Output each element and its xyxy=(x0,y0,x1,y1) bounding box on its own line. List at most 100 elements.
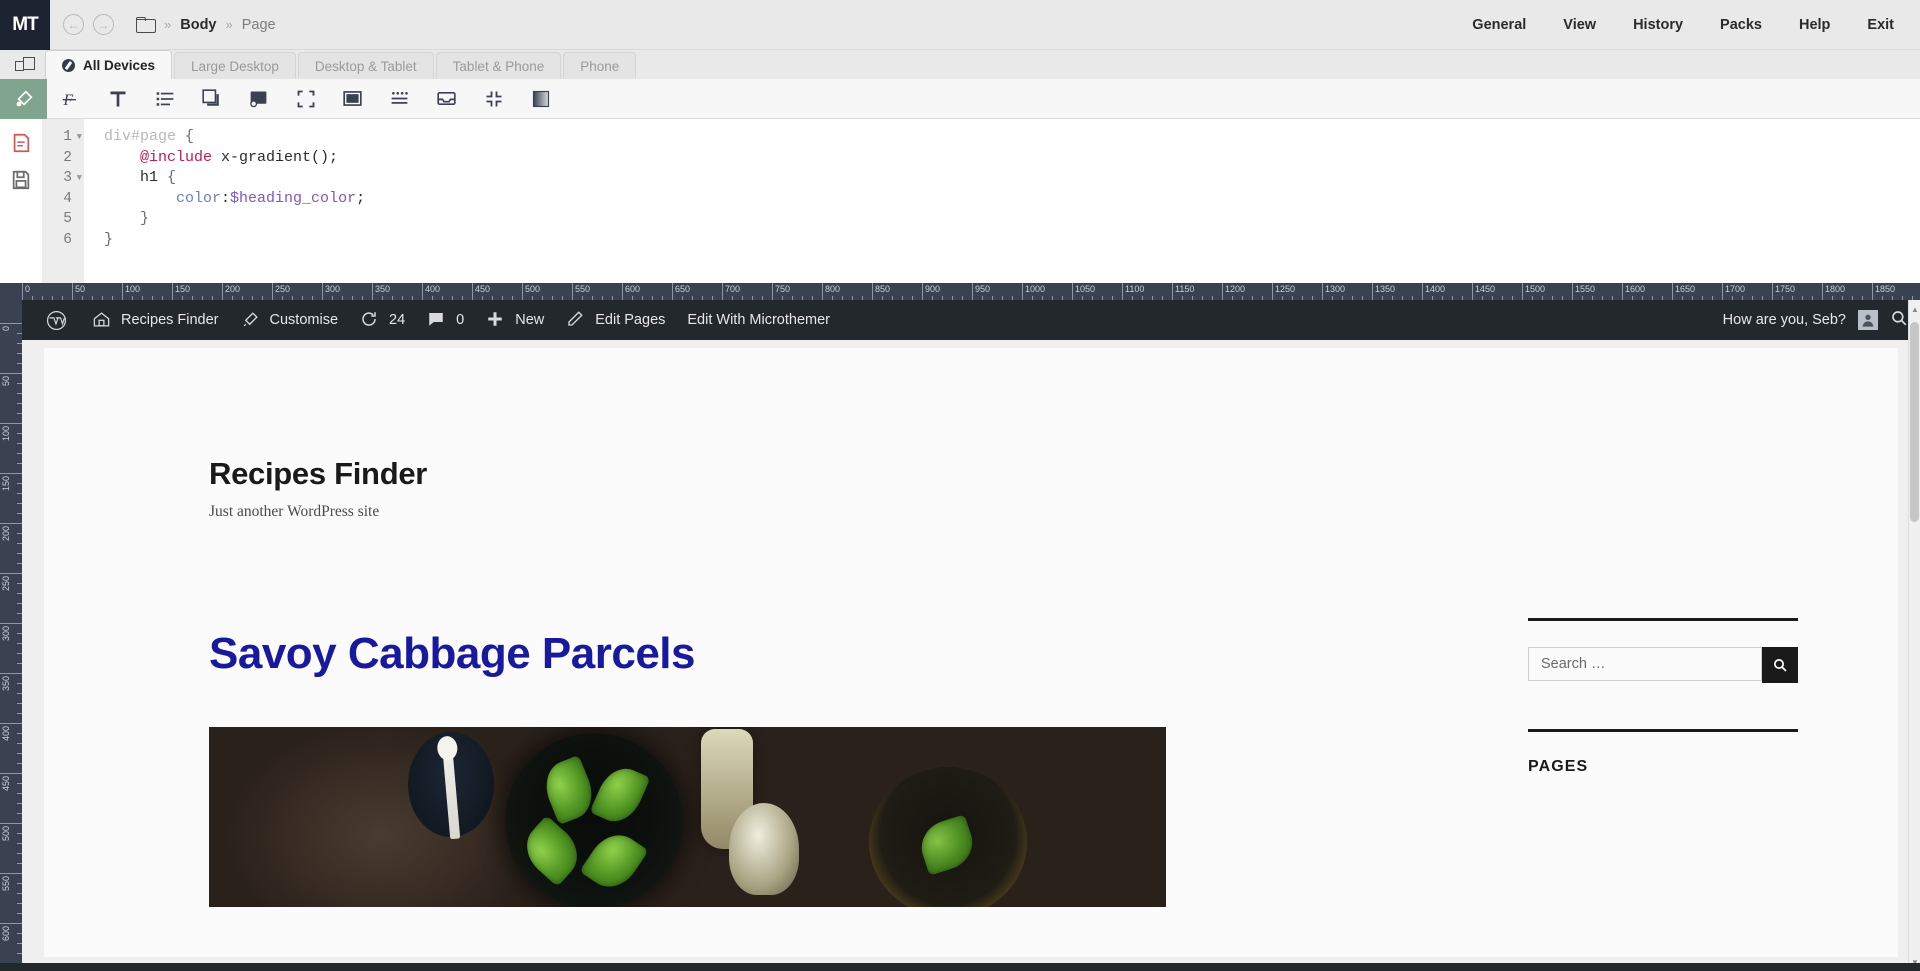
device-tab-large-desktop[interactable]: Large Desktop xyxy=(174,52,296,79)
back-arrow-icon[interactable]: ← xyxy=(63,14,84,35)
ruler-label: 800 xyxy=(825,284,841,294)
save-css-icon[interactable] xyxy=(10,169,32,193)
revert-css-icon[interactable] xyxy=(10,131,32,155)
search-icon[interactable] xyxy=(1890,309,1908,331)
ruler-label: 250 xyxy=(275,284,291,294)
inbox-icon[interactable] xyxy=(423,79,470,119)
menu-item-view[interactable]: View xyxy=(1563,17,1596,33)
ruler-tick xyxy=(222,283,223,300)
device-tab-label: Large Desktop xyxy=(191,58,279,74)
ruler-label: 300 xyxy=(1,626,11,642)
wp-new-menu[interactable]: New xyxy=(475,300,555,340)
breadcrumb-item-page[interactable]: Page xyxy=(242,17,276,33)
ruler-tick xyxy=(0,523,22,524)
code-line[interactable]: div#page { xyxy=(104,127,1920,148)
wp-admin-bar-right: How are you, Seb? xyxy=(1723,309,1920,331)
search-input[interactable] xyxy=(1528,647,1762,681)
ruler-label: 1750 xyxy=(1775,284,1796,294)
ruler-label: 550 xyxy=(1,876,11,892)
line-number-gutter: 1 ▼ 2 3 ▼ 4 5 6 xyxy=(42,119,84,283)
ruler-label: 500 xyxy=(1,826,11,842)
background-icon[interactable] xyxy=(235,79,282,119)
wp-edit-microthemer-menu[interactable]: Edit With Microthemer xyxy=(676,300,841,340)
code-line[interactable]: color:$heading_color; xyxy=(104,189,1920,210)
scroll-up-icon[interactable]: ▲ xyxy=(1909,302,1920,316)
wp-logo-menu[interactable] xyxy=(42,300,81,340)
ruler-tick xyxy=(22,283,23,300)
code-text[interactable]: div#page { @include x-gradient(); h1 { c… xyxy=(84,119,1920,283)
history-nav: ← → xyxy=(63,14,114,35)
avatar[interactable] xyxy=(1858,310,1878,330)
microthemer-logo[interactable]: MT xyxy=(0,0,50,50)
featured-image[interactable] xyxy=(209,727,1166,907)
code-line[interactable]: } xyxy=(104,209,1920,230)
all-devices-icon xyxy=(62,58,75,72)
ruler-label: 100 xyxy=(1,426,11,442)
forward-arrow-icon[interactable]: → xyxy=(93,14,114,35)
ruler-label: 900 xyxy=(925,284,941,294)
ruler-label: 150 xyxy=(1,476,11,492)
site-tagline: Just another WordPress site xyxy=(209,503,380,520)
line-number: 4 xyxy=(63,190,72,207)
ruler-label: 1100 xyxy=(1125,284,1145,294)
code-line[interactable]: } xyxy=(104,230,1920,251)
folder-icon[interactable] xyxy=(136,17,156,33)
typography-icon[interactable] xyxy=(94,79,141,119)
device-tab-tablet-phone[interactable]: Tablet & Phone xyxy=(435,52,562,79)
scrollbar-thumb[interactable] xyxy=(1910,322,1919,522)
gradient-icon[interactable] xyxy=(517,79,564,119)
breadcrumb: » Body » Page xyxy=(136,17,276,33)
ruler-tick xyxy=(1422,283,1423,300)
code-line[interactable]: @include x-gradient(); xyxy=(104,148,1920,169)
site-title[interactable]: Recipes Finder xyxy=(209,456,1478,492)
entry-title[interactable]: Savoy Cabbage Parcels xyxy=(209,629,1478,679)
code-brush-icon[interactable] xyxy=(0,78,47,119)
wp-edit-pages-menu[interactable]: Edit Pages xyxy=(555,300,676,340)
device-tab-label: All Devices xyxy=(83,57,156,73)
layout-panel-icon[interactable] xyxy=(329,79,376,119)
preview-vertical-scrollbar[interactable]: ▲ ▼ xyxy=(1908,300,1920,971)
ruler-tick xyxy=(822,283,823,300)
device-tab-label: Tablet & Phone xyxy=(452,58,545,74)
ruler-tick xyxy=(972,283,973,300)
device-tab-desktop-tablet[interactable]: Desktop & Tablet xyxy=(297,52,434,79)
box-shadow-icon[interactable] xyxy=(188,79,235,119)
search-submit-button[interactable] xyxy=(1762,647,1798,683)
wp-greeting[interactable]: How are you, Seb? xyxy=(1723,312,1846,328)
menu-item-help[interactable]: Help xyxy=(1799,17,1830,33)
menu-item-exit[interactable]: Exit xyxy=(1867,17,1894,33)
ruler-label: 450 xyxy=(475,284,491,294)
ruler-label: 850 xyxy=(875,284,891,294)
device-tab-phone[interactable]: Phone xyxy=(563,52,637,79)
vertical-ruler[interactable]: 0 50 100 150 200 250 300 350 400 450 500 550 600 xyxy=(0,283,22,971)
border-dots-icon[interactable] xyxy=(376,79,423,119)
breadcrumb-item-body[interactable]: Body xyxy=(180,17,216,33)
font-icon[interactable]: F xyxy=(47,79,94,119)
device-preview-toggle[interactable] xyxy=(5,50,45,79)
ruler-tick xyxy=(72,283,73,300)
menu-item-packs[interactable]: Packs xyxy=(1720,17,1762,33)
wp-comments-menu[interactable]: 0 xyxy=(416,300,475,340)
ruler-label: 1150 xyxy=(1175,284,1195,294)
device-tab-all-devices[interactable]: All Devices xyxy=(45,50,173,79)
css-code-editor[interactable]: 1 ▼ 2 3 ▼ 4 5 6 div#page { @include x-grad… xyxy=(0,119,1920,283)
wp-site-name-menu[interactable]: Recipes Finder xyxy=(81,300,230,340)
ruler-label: 50 xyxy=(75,284,86,294)
brush-icon xyxy=(241,310,262,331)
wp-updates-menu[interactable]: 24 xyxy=(349,300,416,340)
collapse-icon[interactable] xyxy=(470,79,517,119)
menu-item-general[interactable]: General xyxy=(1472,17,1526,33)
ruler-label: 350 xyxy=(375,284,391,294)
horizontal-ruler[interactable]: 0 50 100 150 200 250 300 350 400 450 500 550 600 650 7… xyxy=(0,283,1920,300)
ruler-tick xyxy=(1722,283,1723,300)
line-number: 2 xyxy=(63,149,72,166)
ruler-label: 1350 xyxy=(1375,284,1396,294)
fullscreen-icon[interactable] xyxy=(282,79,329,119)
menu-item-history[interactable]: History xyxy=(1633,17,1683,33)
wp-customise-menu[interactable]: Customise xyxy=(230,300,350,340)
code-line[interactable]: h1 { xyxy=(104,168,1920,189)
ruler-label: 400 xyxy=(1,726,11,742)
ruler-tick xyxy=(322,283,323,300)
pages-widget-title: PAGES xyxy=(1528,758,1589,775)
list-icon[interactable] xyxy=(141,79,188,119)
